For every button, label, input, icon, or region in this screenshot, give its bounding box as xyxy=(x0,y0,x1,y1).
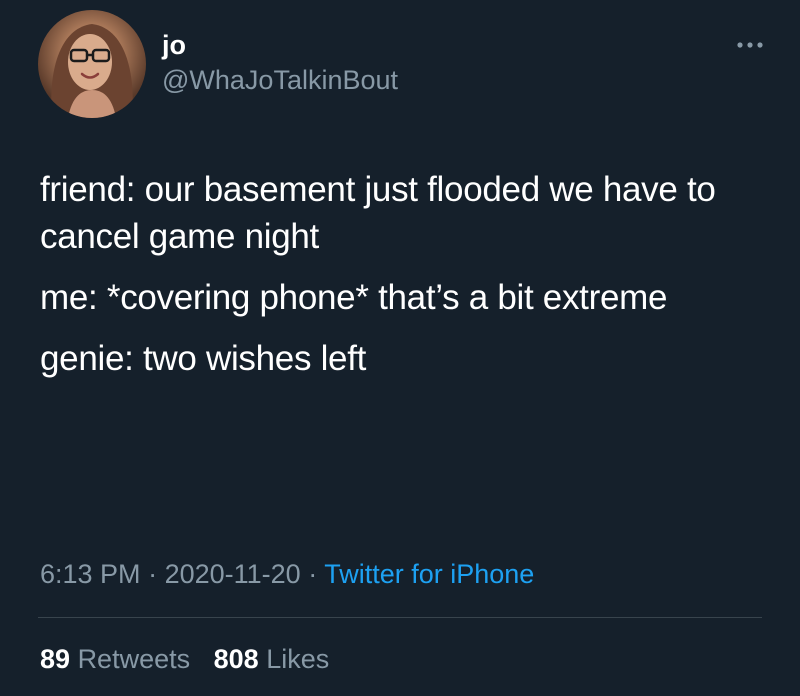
avatar[interactable] xyxy=(38,10,146,118)
tweet-source-link[interactable]: Twitter for iPhone xyxy=(324,559,534,589)
tweet-card: jo @WhaJoTalkinBout friend: our basement… xyxy=(0,0,800,696)
divider xyxy=(38,617,762,618)
tweet-paragraph: me: *covering phone* that’s a bit extrem… xyxy=(40,278,668,317)
display-name[interactable]: jo xyxy=(162,28,398,62)
user-handle[interactable]: @WhaJoTalkinBout xyxy=(162,62,398,98)
avatar-image xyxy=(51,24,133,118)
retweets-count: 89 xyxy=(40,644,71,674)
meta-separator: · xyxy=(148,559,158,589)
tweet-paragraph: genie: two wishes left xyxy=(40,339,367,378)
tweet-meta: 6:13 PM · 2020-11-20 · Twitter for iPhon… xyxy=(40,556,534,592)
tweet-paragraph: friend: our basement just flooded we hav… xyxy=(40,170,716,256)
tweet-date[interactable]: 2020-11-20 xyxy=(165,559,301,589)
tweet-time[interactable]: 6:13 PM xyxy=(40,559,141,589)
likes-stat[interactable]: 808 Likes xyxy=(214,644,330,674)
tweet-text: friend: our basement just flooded we hav… xyxy=(40,166,770,396)
user-info: jo @WhaJoTalkinBout xyxy=(162,28,398,98)
more-options-icon[interactable] xyxy=(736,38,764,52)
likes-count: 808 xyxy=(213,644,259,674)
meta-separator: · xyxy=(308,559,318,589)
retweets-label: Retweets xyxy=(77,644,191,674)
tweet-stats: 89 Retweets 808 Likes xyxy=(40,641,345,677)
likes-label: Likes xyxy=(266,644,330,674)
retweets-stat[interactable]: 89 Retweets xyxy=(40,644,198,674)
